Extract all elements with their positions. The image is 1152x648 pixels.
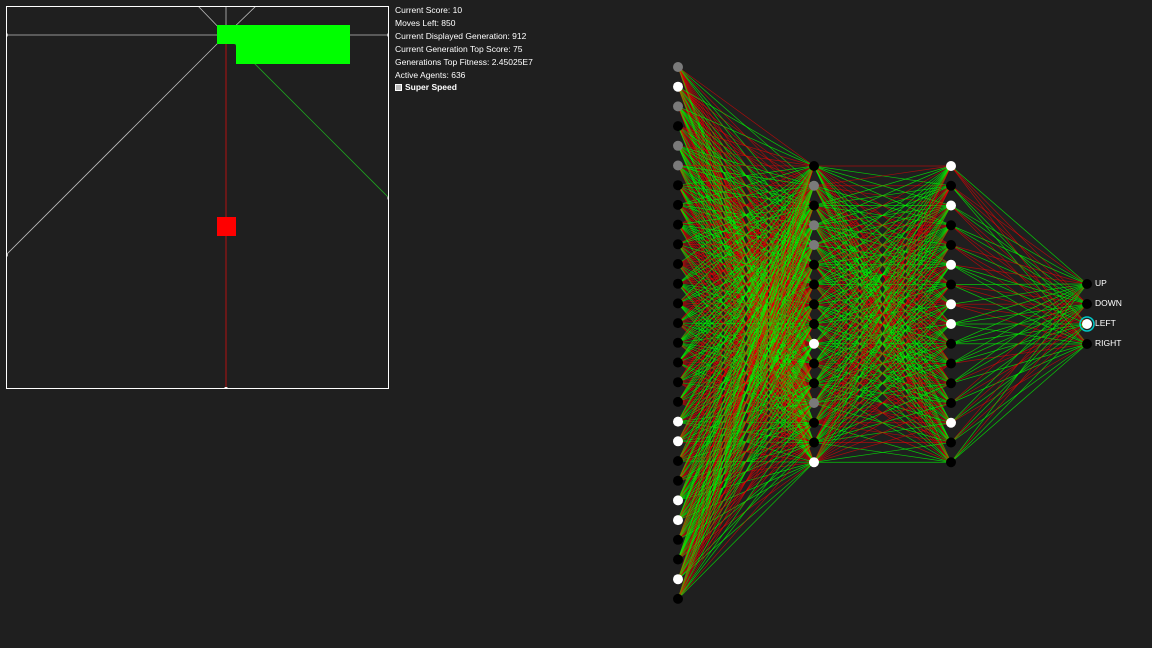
network-connection (950, 303, 1088, 463)
input-node (673, 337, 683, 348)
input-node (673, 62, 683, 72)
hidden2-node (946, 398, 956, 408)
hidden2-node (946, 299, 956, 310)
network-connection (950, 283, 1088, 384)
input-node (673, 574, 683, 585)
output-node (1082, 319, 1092, 329)
network-connection (950, 283, 1088, 463)
hidden1-node (809, 457, 819, 468)
input-node (673, 377, 683, 388)
input-node (673, 495, 683, 506)
hidden2-node (946, 457, 956, 468)
hidden1-node (809, 240, 819, 250)
hidden1-node (809, 358, 819, 369)
input-node (673, 101, 683, 112)
network-connection (950, 323, 1088, 463)
hidden1-node (809, 437, 819, 448)
hidden1-node (809, 338, 819, 349)
hidden1-node (809, 299, 819, 310)
input-node (673, 456, 683, 466)
hidden1-node (809, 161, 819, 171)
output-label-right: RIGHT (1095, 338, 1122, 348)
network-connection (950, 205, 1088, 285)
input-node (673, 160, 683, 171)
hidden2-node (946, 417, 956, 428)
network-connections (677, 66, 1088, 600)
hidden1-node (809, 417, 819, 428)
input-node (673, 278, 683, 289)
input-node (673, 81, 683, 92)
input-node (673, 259, 683, 269)
network-connection (950, 165, 1088, 285)
hidden2-node (946, 279, 956, 290)
hidden1-node (809, 220, 819, 231)
input-node (673, 140, 683, 151)
network-connection (950, 244, 1088, 285)
hidden2-node (946, 180, 956, 191)
input-node (673, 180, 683, 191)
output-node (1082, 299, 1092, 309)
network-connection (950, 264, 1088, 285)
input-node (673, 121, 683, 132)
output-label-up: UP (1095, 278, 1107, 288)
hidden2-node (946, 161, 956, 171)
hidden2-node (946, 220, 956, 231)
output-label-down: DOWN (1095, 298, 1122, 308)
hidden2-node (946, 358, 956, 369)
hidden1-node (809, 200, 819, 211)
network-connection (950, 283, 1088, 285)
input-node (673, 219, 683, 230)
output-node (1082, 339, 1092, 349)
input-node (673, 396, 683, 407)
input-node (673, 554, 683, 565)
hidden2-node (946, 319, 956, 329)
input-node (673, 199, 683, 210)
hidden2-node (946, 437, 956, 448)
hidden1-node (809, 279, 819, 290)
input-node (673, 515, 683, 526)
input-node (673, 239, 683, 250)
hidden2-node (946, 240, 956, 250)
network-connection (950, 283, 1088, 423)
hidden2-node (946, 259, 956, 270)
network-connection (950, 185, 1088, 285)
hidden1-node (809, 378, 819, 389)
hidden1-node (809, 319, 819, 329)
hidden1-node (809, 398, 819, 408)
input-node (673, 416, 683, 427)
input-node (673, 298, 683, 309)
input-node (673, 318, 683, 329)
hidden2-node (946, 338, 956, 349)
input-node (673, 357, 683, 368)
input-node (673, 534, 683, 545)
hidden2-node (946, 378, 956, 389)
neural-network (673, 62, 1095, 604)
hidden2-node (946, 200, 956, 211)
network-connection (950, 283, 1088, 443)
network-connection (950, 343, 1088, 463)
network-connection (677, 165, 815, 167)
input-node (673, 436, 683, 447)
input-node (673, 593, 683, 604)
output-node (1082, 279, 1092, 289)
output-label-left: LEFT (1095, 318, 1116, 328)
hidden1-node (809, 180, 819, 191)
hidden1-node (809, 259, 819, 270)
input-node (673, 475, 683, 486)
